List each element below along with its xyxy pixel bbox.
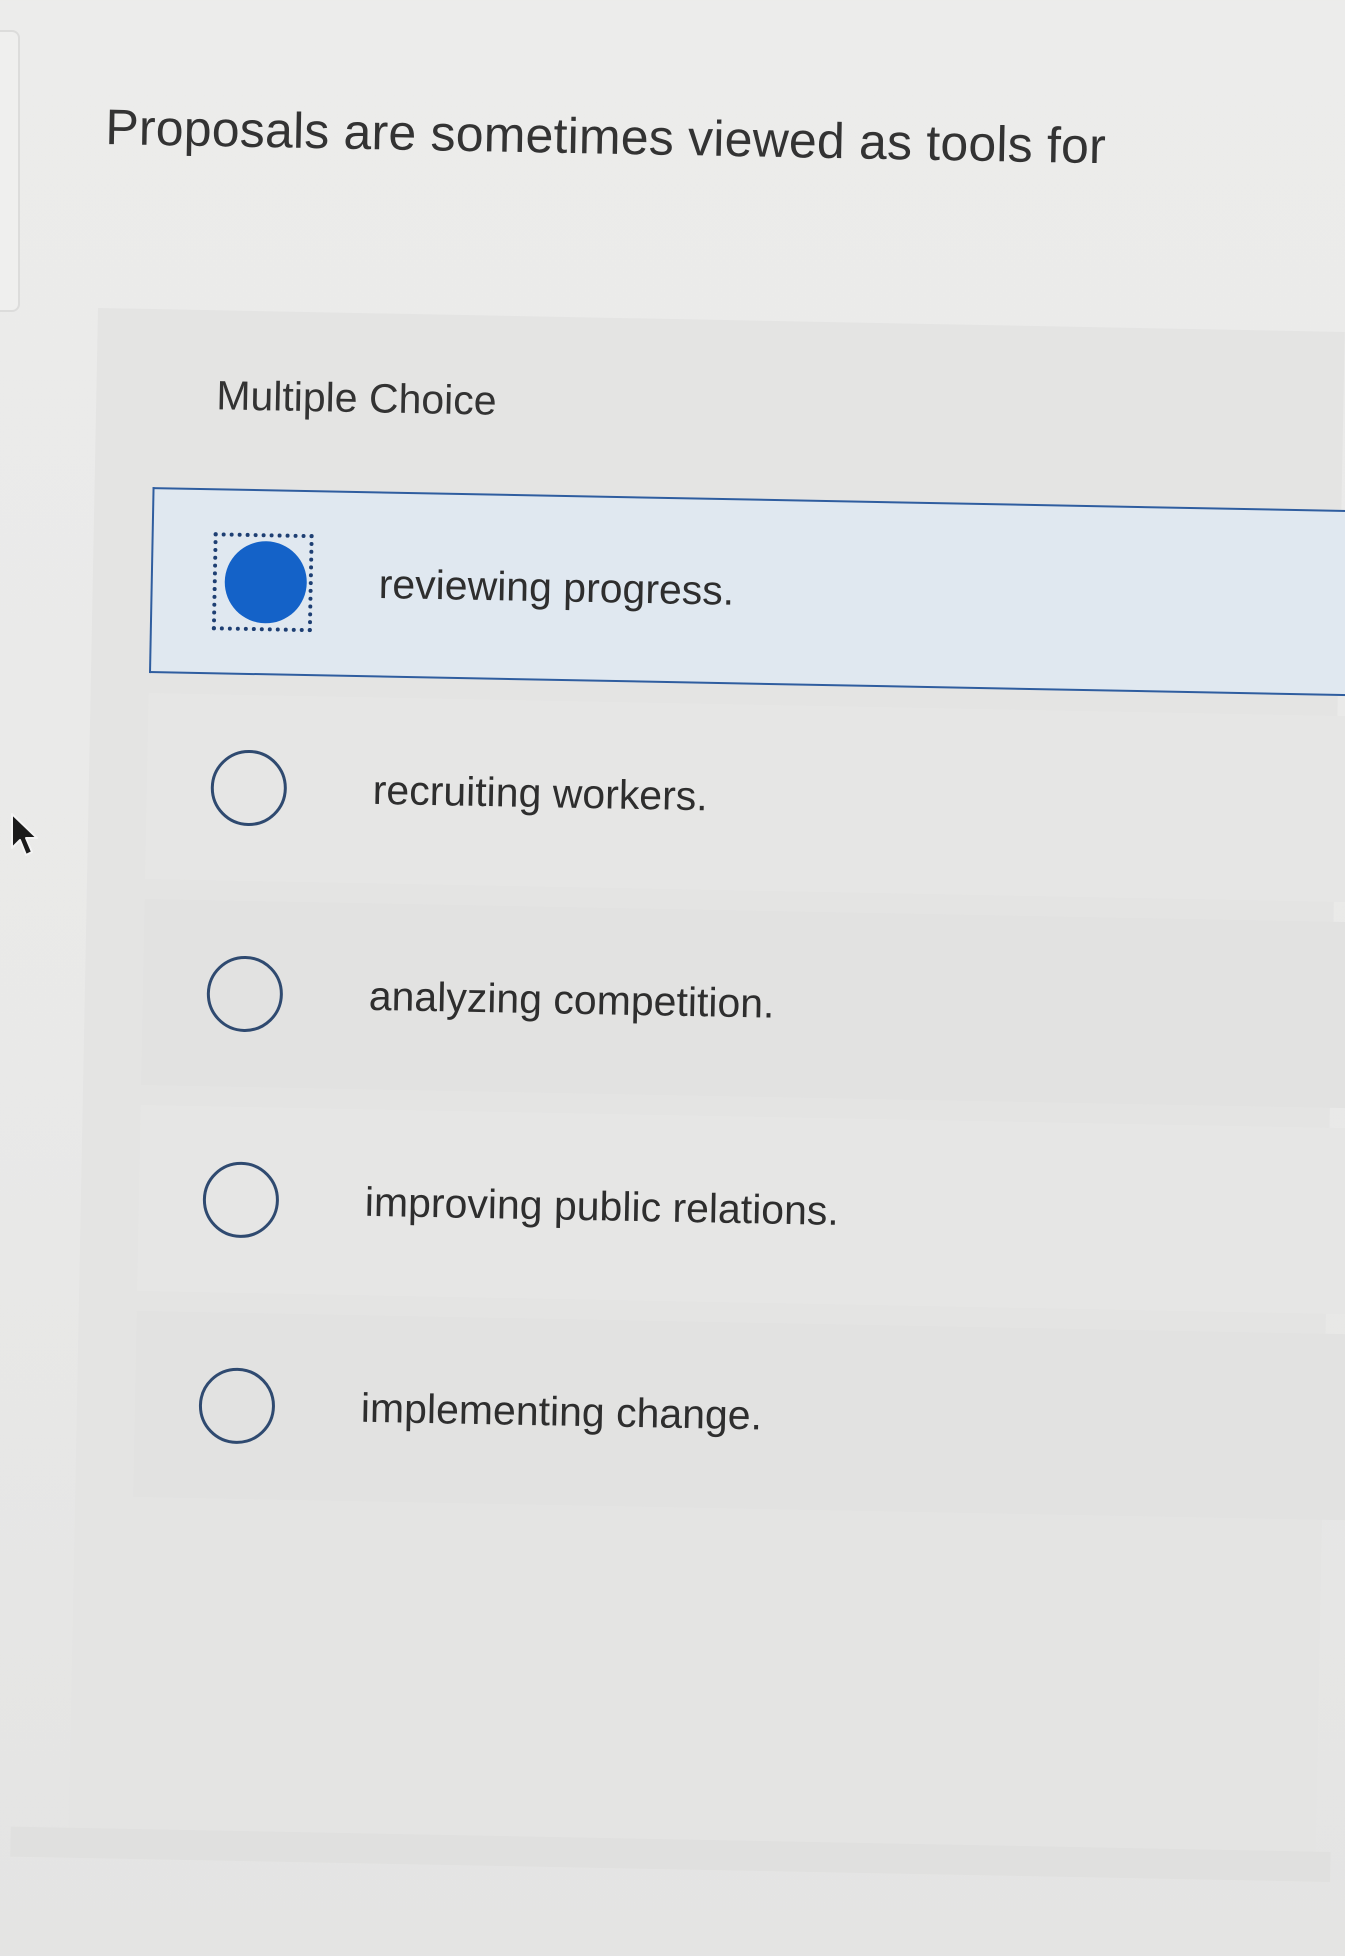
multiple-choice-panel: Multiple Choice reviewing progress. recr… — [68, 308, 1345, 1872]
radio-empty-icon[interactable] — [198, 1367, 276, 1445]
answer-option-reviewing-progress[interactable]: reviewing progress. — [149, 487, 1345, 697]
question-title: Proposals are sometimes viewed as tools … — [104, 98, 1107, 175]
answer-option-recruiting-workers[interactable]: recruiting workers. — [145, 693, 1345, 903]
radio-empty-icon[interactable] — [206, 955, 284, 1033]
mouse-pointer-icon — [11, 813, 38, 856]
option-label: analyzing competition. — [368, 972, 775, 1027]
left-panel-edge — [0, 30, 20, 312]
option-label: improving public relations. — [364, 1178, 840, 1234]
option-label: reviewing progress. — [378, 560, 735, 614]
option-label: recruiting workers. — [372, 766, 709, 820]
radio-empty-icon[interactable] — [202, 1161, 280, 1239]
answer-option-implementing-change[interactable]: implementing change. — [133, 1310, 1345, 1521]
radio-empty-icon[interactable] — [210, 749, 288, 827]
answer-option-analyzing-competition[interactable]: analyzing competition. — [141, 899, 1345, 1109]
question-type-label: Multiple Choice — [215, 372, 498, 424]
option-label: implementing change. — [360, 1384, 763, 1439]
answer-option-improving-public-relations[interactable]: improving public relations. — [137, 1104, 1345, 1315]
